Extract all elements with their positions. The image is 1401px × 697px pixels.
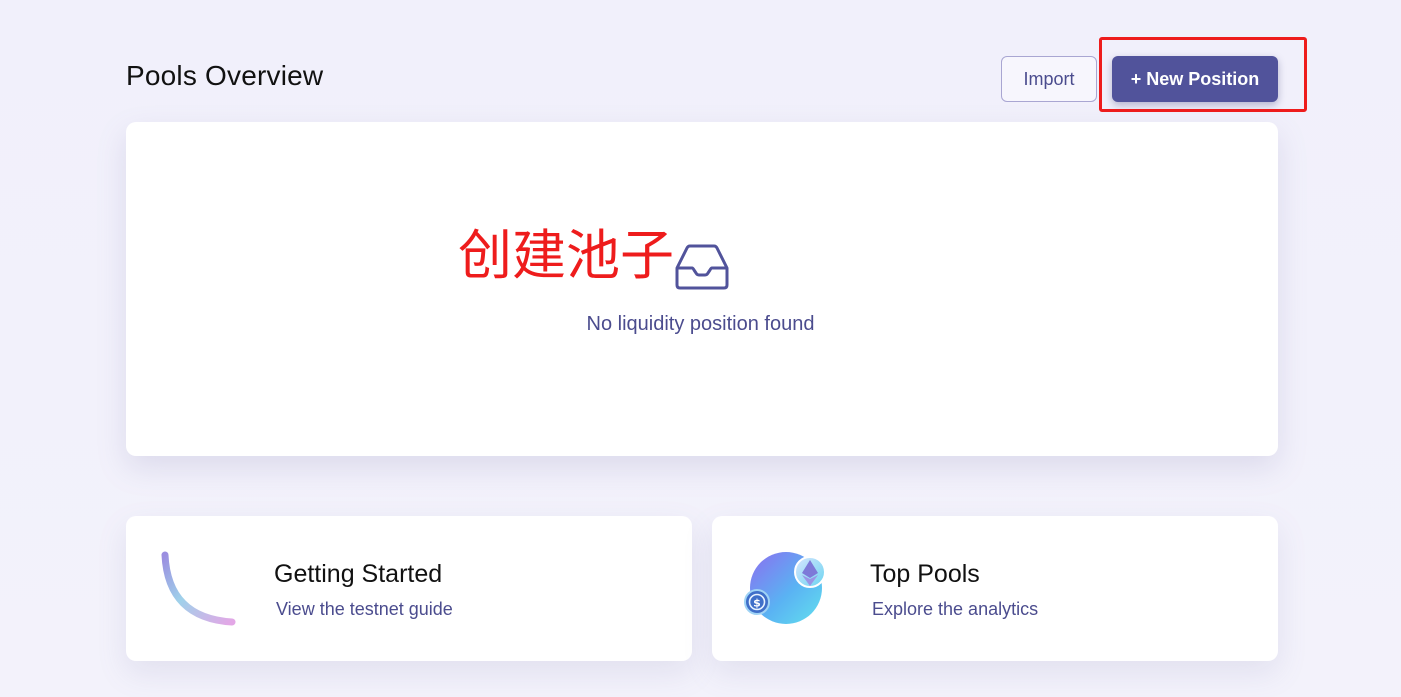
card-title: Getting Started — [274, 560, 443, 588]
coins-icon: $ — [744, 552, 826, 624]
import-button[interactable]: Import — [1001, 56, 1097, 102]
svg-text:$: $ — [753, 597, 761, 610]
top-pools-card[interactable]: $ Top Pools Explore the analytics — [712, 516, 1278, 661]
arc-icon — [161, 551, 236, 626]
card-title: Top Pools — [870, 560, 980, 588]
new-position-button[interactable]: + New Position — [1112, 56, 1278, 102]
getting-started-card[interactable]: Getting Started View the testnet guide — [126, 516, 692, 661]
annotation-text: 创建池子 — [458, 224, 674, 287]
card-subtitle: View the testnet guide — [276, 599, 453, 619]
empty-state-message: No liquidity position found — [586, 313, 815, 335]
page-title: Pools Overview — [126, 60, 324, 91]
card-subtitle: Explore the analytics — [872, 599, 1039, 619]
pools-page: Pools Overview Import + New Position 创建池… — [0, 0, 1401, 697]
inbox-icon — [675, 244, 729, 290]
